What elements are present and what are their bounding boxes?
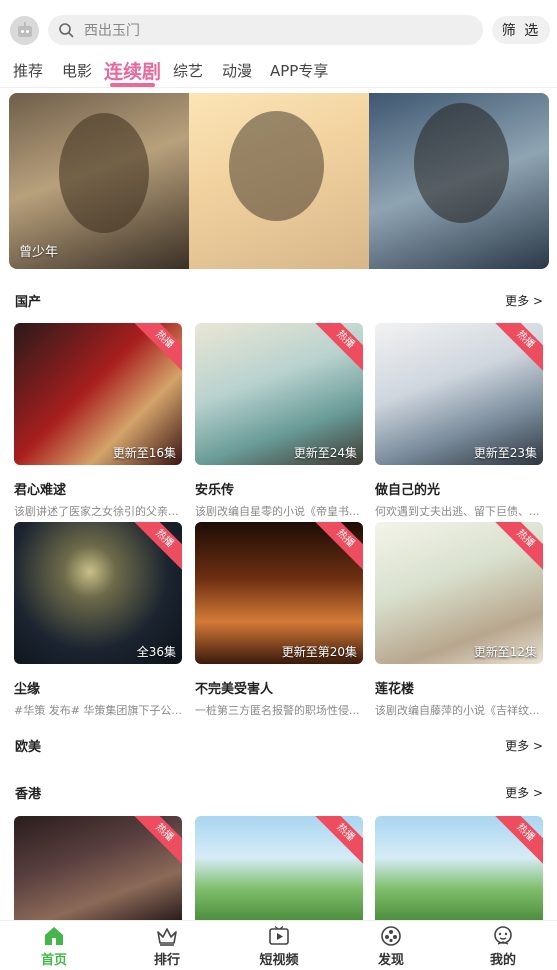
hot-badge: 热播	[129, 816, 182, 868]
episode-status: 更新至第20集	[281, 645, 357, 659]
drama-card[interactable]: 热播	[195, 816, 363, 920]
drama-card[interactable]: 热播 更新至16集 君心难逑 该剧讲述了医家之女徐引的父亲...	[14, 323, 182, 519]
banner-caption: 曾少年	[19, 245, 59, 260]
crown-icon	[155, 925, 179, 947]
drama-poster: 热播 更新至12集	[375, 522, 543, 664]
discover-icon	[379, 925, 403, 947]
drama-poster: 热播	[195, 816, 363, 920]
hot-badge: 热播	[310, 323, 363, 375]
hot-badge: 热播	[490, 323, 543, 375]
drama-poster: 热播	[14, 816, 182, 920]
tab-series[interactable]: 连续剧	[104, 57, 161, 84]
search-icon	[59, 23, 74, 38]
active-tab-indicator	[110, 83, 155, 87]
drama-title: 尘缘	[14, 682, 41, 697]
bottom-navigation: 首页 排行 短视频 发现 我的	[0, 920, 557, 970]
drama-poster: 热播 更新至第20集	[195, 522, 363, 664]
banner-image-3	[369, 93, 549, 269]
episode-status: 更新至12集	[473, 645, 537, 659]
filter-button[interactable]: 筛 选	[492, 16, 550, 44]
drama-card[interactable]: 热播 全36集 尘缘 #华策 发布# 华策集团旗下子公...	[14, 522, 182, 718]
drama-title: 安乐传	[195, 483, 235, 498]
nav-short-video-label: 短视频	[259, 953, 299, 968]
nav-ranking[interactable]: 排行	[137, 925, 197, 968]
drama-description: 该剧讲述了医家之女徐引的父亲...	[14, 505, 179, 518]
more-link-domestic[interactable]: 更多 >	[505, 292, 543, 309]
nav-discover-label: 发现	[377, 953, 404, 968]
drama-card[interactable]: 热播 更新至23集 做自己的光 何欢遇到丈夫出逃、留下巨债、...	[375, 323, 543, 519]
drama-card[interactable]: 热播 更新至第20集 不完美受害人 一桩第三方匿名报警的职场性侵...	[195, 522, 363, 718]
hot-badge: 热播	[129, 323, 182, 375]
drama-card[interactable]: 热播	[14, 816, 182, 920]
avatar[interactable]	[10, 16, 39, 45]
nav-discover[interactable]: 发现	[361, 925, 421, 968]
drama-description: 该剧改编自星零的小说《帝皇书...	[195, 505, 360, 518]
tab-app-exclusive[interactable]: APP专享	[270, 60, 328, 81]
more-link-hongkong[interactable]: 更多 >	[505, 784, 543, 801]
banner-figure	[414, 103, 509, 223]
nav-profile[interactable]: 我的	[473, 925, 533, 968]
tab-recommend[interactable]: 推荐	[13, 60, 43, 81]
drama-poster: 热播 更新至16集	[14, 323, 182, 465]
play-icon	[267, 925, 291, 947]
hot-badge: 热播	[490, 522, 543, 574]
drama-title: 做自己的光	[375, 483, 441, 498]
episode-status: 更新至23集	[473, 446, 537, 460]
section-title-hongkong: 香港	[15, 787, 42, 802]
nav-short-video[interactable]: 短视频	[249, 925, 309, 968]
section-title-domestic: 国产	[15, 295, 42, 310]
category-tabs: 推荐 电影 连续剧 综艺 动漫 APP专享	[0, 56, 557, 88]
profile-icon	[491, 925, 515, 947]
drama-card[interactable]: 热播	[375, 816, 543, 920]
drama-card[interactable]: 热播 更新至24集 安乐传 该剧改编自星零的小说《帝皇书...	[195, 323, 363, 519]
nav-home[interactable]: 首页	[24, 925, 84, 968]
nav-home-label: 首页	[40, 953, 67, 968]
search-bar[interactable]: 西出玉门	[48, 15, 483, 45]
drama-description: #华策 发布# 华策集团旗下子公...	[14, 704, 182, 717]
hot-badge: 热播	[490, 816, 543, 868]
robot-avatar-icon	[17, 21, 32, 37]
banner-image-2	[189, 93, 369, 269]
drama-title: 莲花楼	[375, 682, 415, 697]
drama-poster: 热播 更新至24集	[195, 323, 363, 465]
drama-poster: 热播 全36集	[14, 522, 182, 664]
episode-status: 全36集	[136, 645, 176, 659]
section-title-western: 欧美	[15, 740, 42, 755]
tab-anime[interactable]: 动漫	[222, 60, 252, 81]
search-input[interactable]: 西出玉门	[84, 20, 140, 40]
nav-ranking-label: 排行	[153, 953, 180, 968]
nav-profile-label: 我的	[489, 953, 516, 968]
tab-movie[interactable]: 电影	[62, 60, 92, 81]
top-bar: 西出玉门 筛 选	[0, 0, 557, 56]
drama-title: 君心难逑	[14, 483, 67, 498]
drama-card[interactable]: 热播 更新至12集 莲花楼 该剧改编自藤萍的小说《吉祥纹...	[375, 522, 543, 718]
hot-badge: 热播	[310, 816, 363, 868]
hero-banner[interactable]: 曾少年	[9, 93, 549, 269]
tab-variety[interactable]: 综艺	[173, 60, 203, 81]
hot-badge: 热播	[129, 522, 182, 574]
banner-figure	[229, 111, 324, 221]
drama-poster: 热播	[375, 816, 543, 920]
drama-poster: 热播 更新至23集	[375, 323, 543, 465]
drama-description: 一桩第三方匿名报警的职场性侵...	[195, 704, 360, 717]
drama-description: 该剧改编自藤萍的小说《吉祥纹...	[375, 704, 540, 717]
more-link-western[interactable]: 更多 >	[505, 737, 543, 754]
drama-title: 不完美受害人	[195, 682, 274, 697]
drama-description: 何欢遇到丈夫出逃、留下巨债、...	[375, 505, 540, 518]
hot-badge: 热播	[310, 522, 363, 574]
home-icon	[42, 925, 66, 947]
banner-figure	[59, 113, 149, 233]
episode-status: 更新至16集	[112, 446, 176, 460]
episode-status: 更新至24集	[293, 446, 357, 460]
